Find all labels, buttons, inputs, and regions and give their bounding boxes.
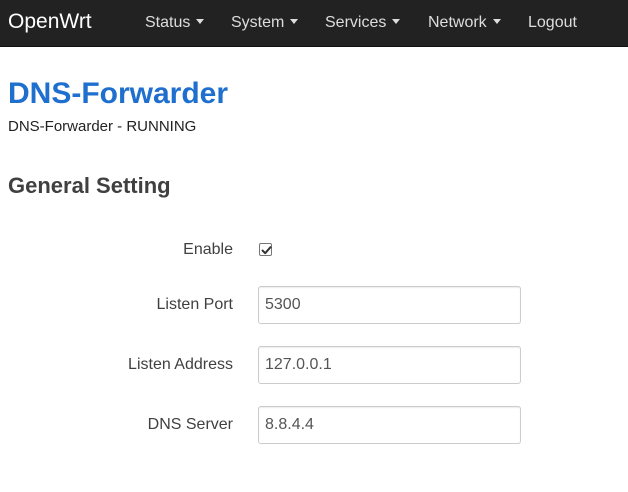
menu-item-label: Status (145, 14, 191, 31)
page-title: DNS-Forwarder (8, 77, 229, 110)
menu-item-label: Network (428, 14, 487, 31)
menu-item-status[interactable]: Status (145, 13, 205, 33)
dns-server-label: DNS Server (147, 416, 233, 433)
menu-item-system[interactable]: System (231, 13, 299, 33)
caret-down-icon (392, 19, 401, 24)
section-title: General Setting (8, 173, 171, 198)
menu-item-label: System (231, 14, 285, 31)
dns-server-input[interactable] (258, 406, 521, 444)
caret-down-icon (290, 19, 299, 24)
brand-logo[interactable]: OpenWrt (8, 9, 92, 35)
menu-item-label: Services (325, 14, 387, 31)
caret-down-icon (196, 19, 205, 24)
enable-checkbox[interactable] (259, 243, 272, 256)
listen-port-label: Listen Port (156, 296, 233, 313)
menu-item-network[interactable]: Network (428, 13, 501, 33)
menu-item-logout[interactable]: Logout (528, 13, 577, 33)
listen-address-input[interactable] (258, 346, 521, 384)
listen-port-input[interactable] (258, 286, 521, 324)
menu-item-services[interactable]: Services (325, 13, 401, 33)
caret-down-icon (492, 19, 501, 24)
page-description: DNS-Forwarder - RUNNING (8, 118, 197, 135)
checkmark-icon (261, 246, 272, 255)
top-navbar: OpenWrt Status System Services Network L… (0, 0, 628, 47)
enable-label: Enable (183, 241, 233, 258)
menu-item-label: Logout (528, 14, 577, 31)
listen-address-label: Listen Address (128, 356, 233, 373)
